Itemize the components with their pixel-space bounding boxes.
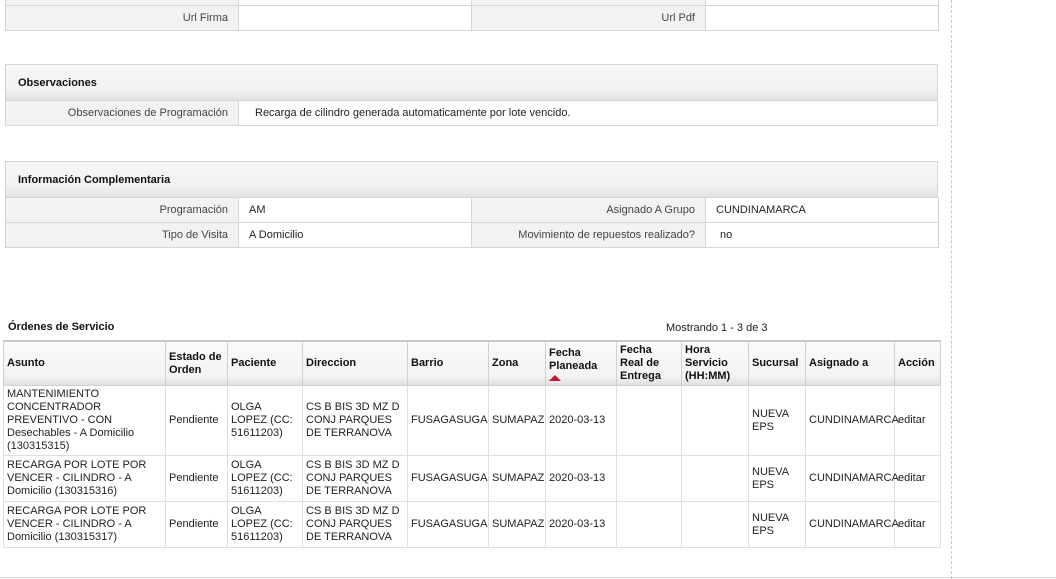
col-paciente[interactable]: Paciente: [227, 340, 303, 386]
edit-link[interactable]: editar: [898, 414, 926, 426]
col-asunto[interactable]: Asunto: [3, 340, 166, 386]
col-asignado[interactable]: Asignado a: [805, 340, 895, 386]
tipo-visita-value: A Domicilio: [238, 222, 472, 248]
cell-fecha-real: [616, 501, 682, 548]
cell-barrio: FUSAGASUGA: [407, 501, 489, 548]
cell-zona: SUMAPAZ: [488, 455, 546, 502]
col-hora-servicio[interactable]: Hora Servicio (HH:MM): [681, 340, 749, 386]
observaciones-header: Observaciones: [5, 64, 938, 100]
cell-asunto: MANTENIMIENTO CONCENTRADOR PREVENTIVO - …: [3, 385, 166, 456]
cell-fecha-planeada: 2020-03-13: [545, 455, 617, 502]
cell-hora: [681, 455, 749, 502]
cell-asignado: CUNDINAMARCA: [805, 385, 899, 456]
url-pdf-value: [705, 5, 939, 31]
col-accion: Acción: [894, 340, 941, 386]
observaciones-value: Recarga de cilindro generada automaticam…: [238, 100, 938, 126]
info-complementaria-header: Información Complementaria: [5, 161, 938, 197]
cell-fecha-planeada: 2020-03-13: [545, 385, 617, 456]
table-row: RECARGA POR LOTE POR VENCER - CILINDRO -…: [3, 455, 941, 502]
programacion-value: AM: [238, 197, 472, 223]
orders-count: Mostrando 1 - 3 de 3: [666, 322, 768, 334]
cell-barrio: FUSAGASUGA: [407, 455, 489, 502]
orders-header-row: Asunto Estado de Orden Paciente Direccio…: [3, 340, 941, 386]
cell-estado: Pendiente: [165, 455, 228, 502]
sort-ascending-icon: [549, 374, 561, 381]
cell-asunto: RECARGA POR LOTE POR VENCER - CILINDRO -…: [3, 455, 166, 502]
orders-title: Órdenes de Servicio: [8, 321, 115, 333]
tipo-visita-label: Tipo de Visita: [5, 222, 239, 248]
col-estado[interactable]: Estado de Orden: [165, 340, 228, 386]
col-fecha-planeada[interactable]: Fecha Planeada: [545, 340, 617, 386]
edit-link[interactable]: editar: [898, 518, 926, 530]
cell-hora: [681, 385, 749, 456]
repuestos-label: Movimiento de repuestos realizado?: [471, 222, 706, 248]
bottom-divider: [0, 577, 1056, 578]
cell-accion: editar: [894, 455, 941, 502]
cell-asignado: CUNDINAMARCA: [805, 501, 899, 548]
programacion-label: Programación: [5, 197, 239, 223]
col-hora-formato: (HH:MM): [685, 370, 731, 382]
col-direccion[interactable]: Direccion: [302, 340, 408, 386]
cell-direccion: CS B BIS 3D MZ D CONJ PARQUES DE TERRANO…: [302, 455, 408, 502]
col-sucursal[interactable]: Sucursal: [748, 340, 806, 386]
col-barrio[interactable]: Barrio: [407, 340, 489, 386]
orders-table: Asunto Estado de Orden Paciente Direccio…: [3, 340, 941, 548]
col-fecha-real[interactable]: Fecha Real de Entrega: [616, 340, 682, 386]
cell-sucursal: NUEVA EPS: [748, 385, 806, 456]
grupo-value: CUNDINAMARCA: [705, 197, 939, 223]
cell-sucursal: NUEVA EPS: [748, 455, 806, 502]
cell-zona: SUMAPAZ: [488, 385, 546, 456]
cell-estado: Pendiente: [165, 385, 228, 456]
cell-estado: Pendiente: [165, 501, 228, 548]
url-pdf-label: Url Pdf: [471, 5, 706, 31]
observaciones-table: Observaciones de Programación Recarga de…: [5, 100, 938, 126]
cell-accion: editar: [894, 501, 941, 548]
cell-sucursal: NUEVA EPS: [748, 501, 806, 548]
cell-asignado: CUNDINAMARCA: [805, 455, 899, 502]
cell-paciente: OLGA LOPEZ (CC: 51611203): [227, 455, 303, 502]
cell-zona: SUMAPAZ: [488, 501, 546, 548]
col-hora-servicio-label: Hora Servicio: [685, 344, 728, 369]
cell-asunto: RECARGA POR LOTE POR VENCER - CILINDRO -…: [3, 501, 166, 548]
grupo-label: Asignado A Grupo: [471, 197, 706, 223]
col-zona[interactable]: Zona: [488, 340, 546, 386]
cell-fecha-real: [616, 455, 682, 502]
page-divider: [951, 0, 952, 579]
table-row: MANTENIMIENTO CONCENTRADOR PREVENTIVO - …: [3, 385, 941, 456]
cell-hora: [681, 501, 749, 548]
cell-paciente: OLGA LOPEZ (CC: 51611203): [227, 385, 303, 456]
url-firma-label: Url Firma: [5, 5, 239, 31]
cell-fecha-real: [616, 385, 682, 456]
info-complementaria-table: Programación AM Asignado A Grupo CUNDINA…: [5, 197, 939, 248]
cell-paciente: OLGA LOPEZ (CC: 51611203): [227, 501, 303, 548]
edit-link[interactable]: editar: [898, 472, 926, 484]
repuestos-value: no: [705, 222, 939, 248]
cell-fecha-planeada: 2020-03-13: [545, 501, 617, 548]
signature-table: Url Firma Url Pdf: [5, 0, 939, 31]
cell-accion: editar: [894, 385, 941, 456]
table-row: RECARGA POR LOTE POR VENCER - CILINDRO -…: [3, 501, 941, 548]
observaciones-label: Observaciones de Programación: [5, 100, 239, 126]
url-firma-value: [238, 5, 472, 31]
cell-direccion: CS B BIS 3D MZ D CONJ PARQUES DE TERRANO…: [302, 501, 408, 548]
cell-barrio: FUSAGASUGA: [407, 385, 489, 456]
col-fecha-planeada-label: Fecha Planeada: [549, 346, 598, 372]
cell-direccion: CS B BIS 3D MZ D CONJ PARQUES DE TERRANO…: [302, 385, 408, 456]
